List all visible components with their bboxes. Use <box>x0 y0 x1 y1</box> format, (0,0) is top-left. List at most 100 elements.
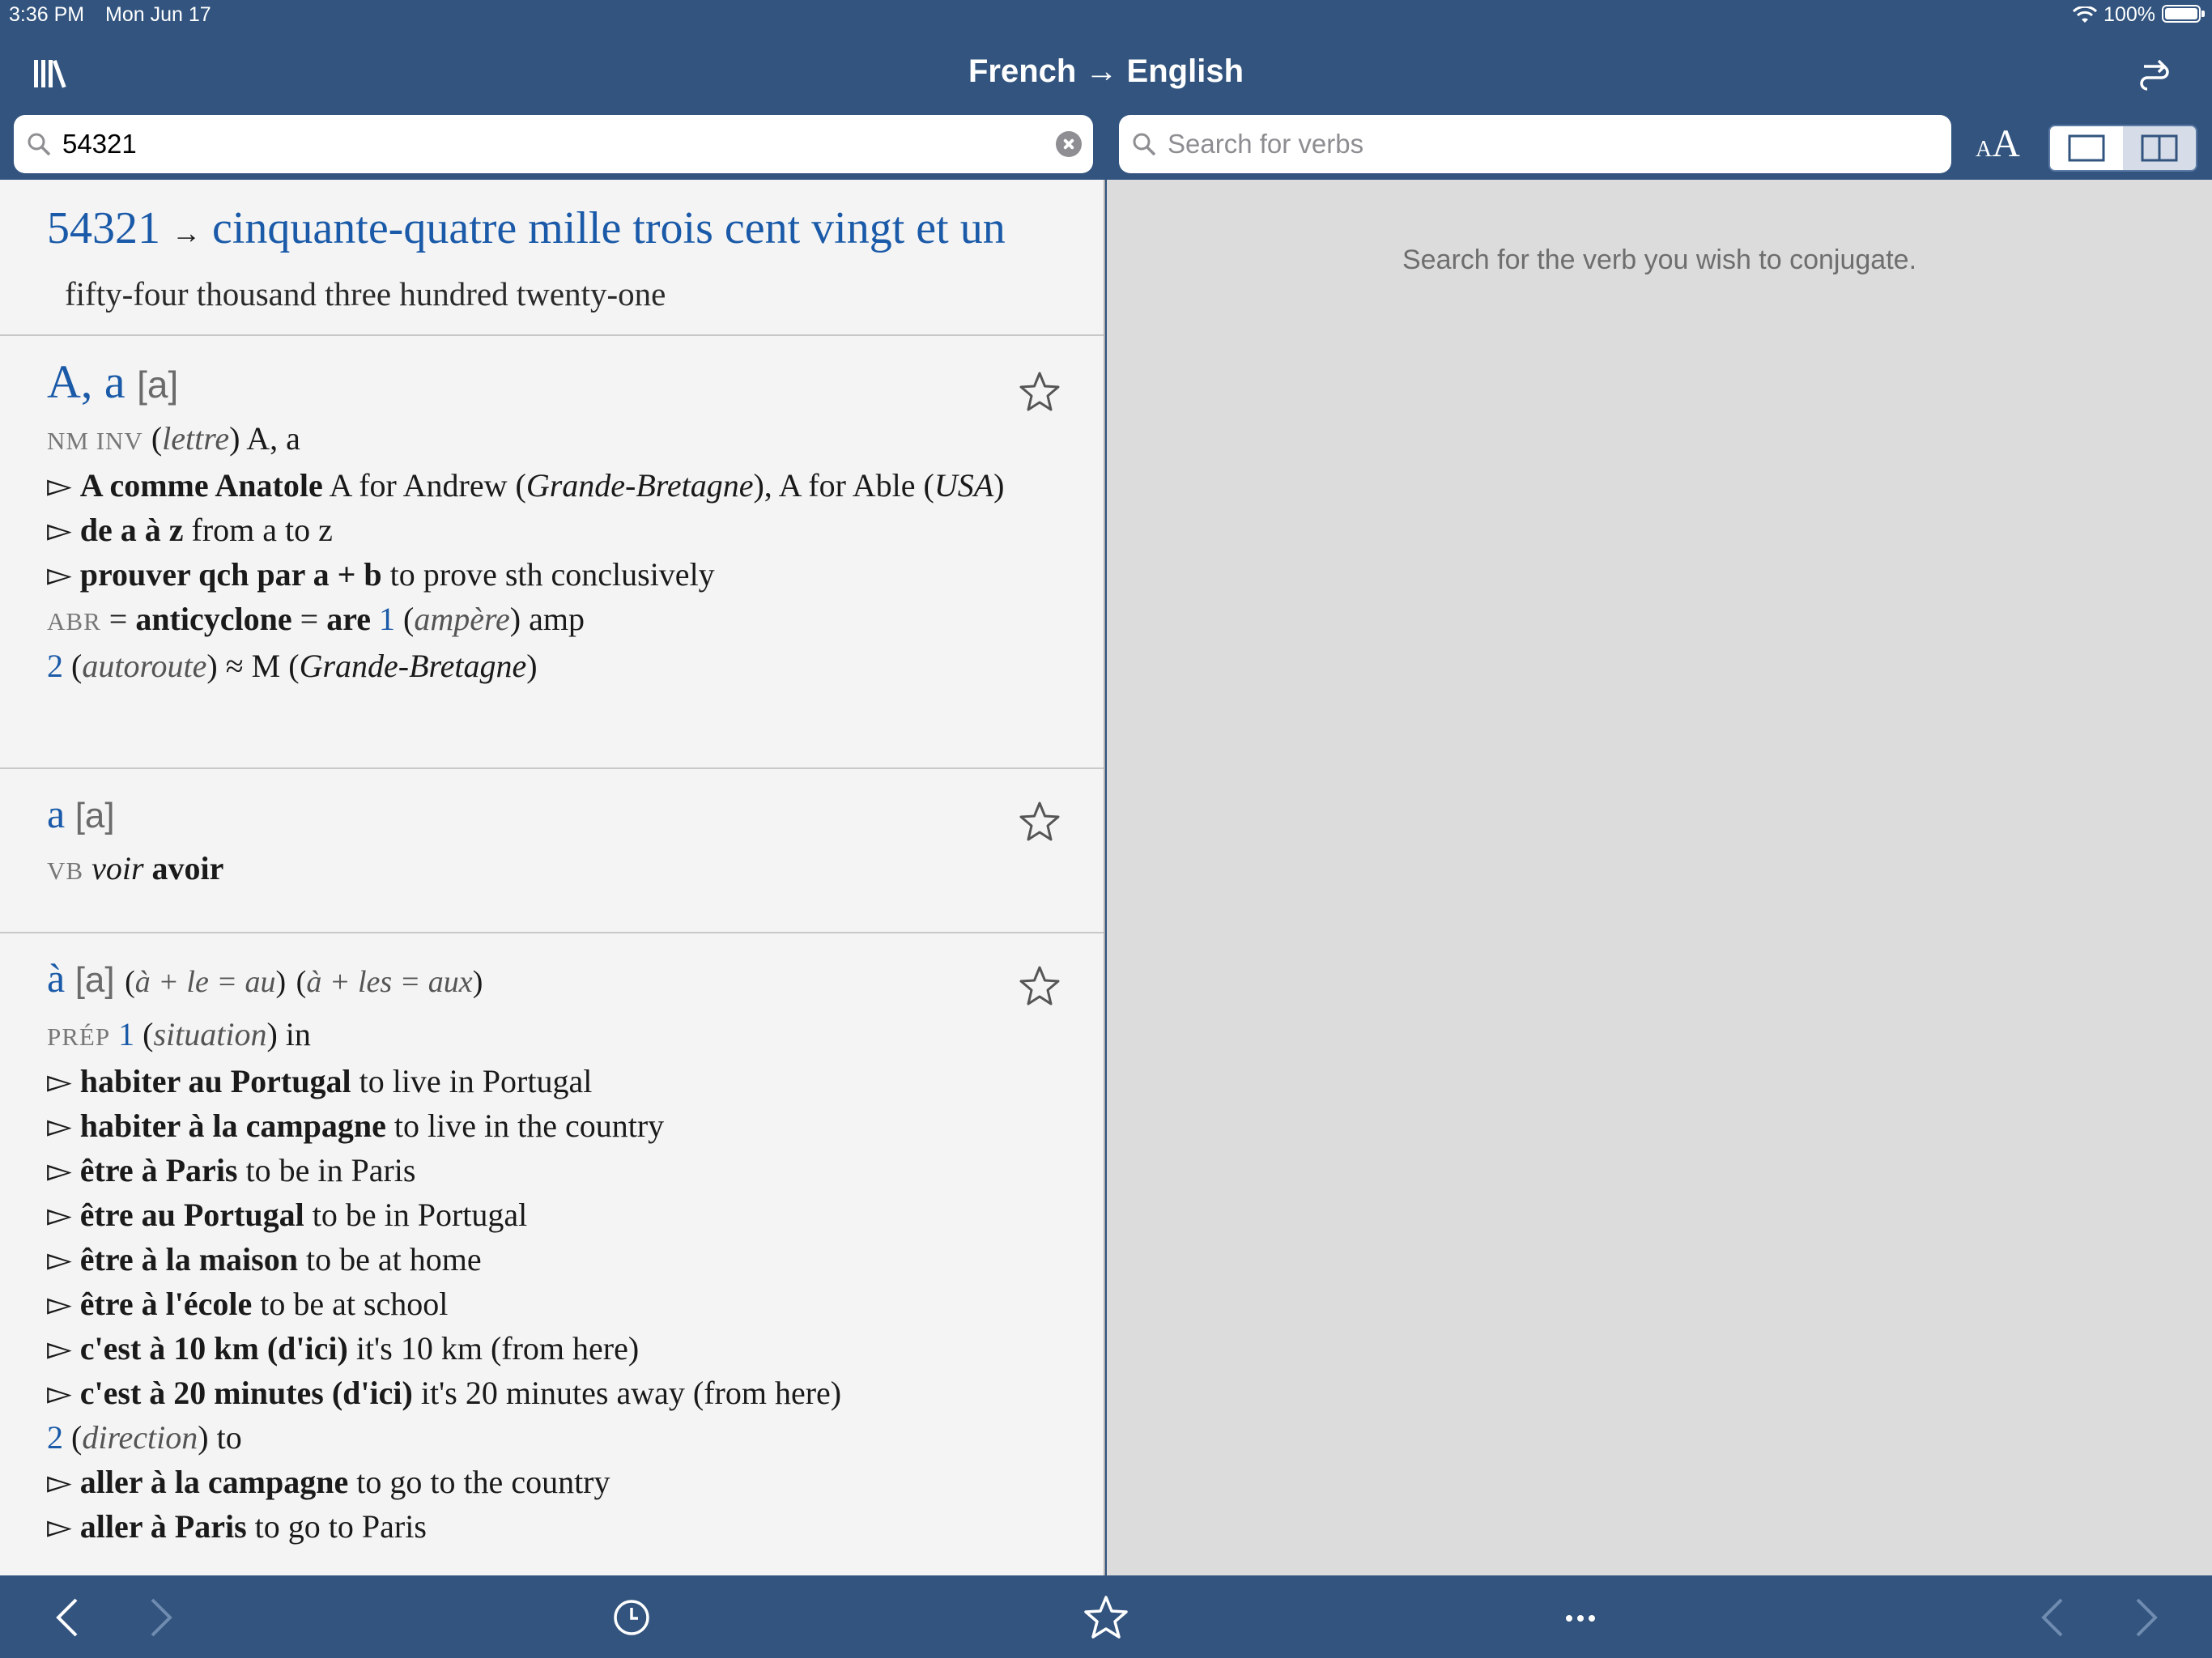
clock-icon[interactable] <box>607 1593 656 1642</box>
example-english: to be at school <box>260 1286 449 1322</box>
translation: amp <box>529 601 585 637</box>
example-french: prouver qch par a + b <box>79 556 382 593</box>
font-size-button[interactable]: AA <box>1976 121 2020 166</box>
example-english: A for Andrew <box>329 467 508 504</box>
ellipsis-icon[interactable] <box>1556 1593 1605 1642</box>
arrow-symbol: → <box>172 217 201 249</box>
example-english: it's 20 minutes away (from here) <box>420 1375 842 1411</box>
example-line: ▻ aller à la campagne to go to the count… <box>47 1460 1006 1504</box>
example-arrow-icon: ▻ <box>47 1241 72 1278</box>
example-english: it's 10 km (from here) <box>355 1330 640 1367</box>
conjugation-hint: Search for the verb you wish to conjugat… <box>1402 244 1917 275</box>
search-icon <box>28 133 51 156</box>
favorite-star-icon[interactable] <box>1018 800 1061 844</box>
example-line: ▻ prouver qch par a + b to prove sth con… <box>47 552 1006 597</box>
sense-line: 2 (direction) to <box>47 1419 242 1456</box>
example-english: to go to Paris <box>254 1508 427 1545</box>
star-icon[interactable] <box>1082 1593 1130 1642</box>
dictionary-results: 54321 → cinquante-quatre mille trois cen… <box>0 180 1105 1575</box>
entry-a-grave[interactable]: à [a] (à + le = au) (à + les = aux) PRÉP… <box>0 933 1104 1575</box>
split-pane-icon <box>2141 134 2178 162</box>
example-arrow-icon: ▻ <box>47 467 72 504</box>
number-headword: 54321 <box>47 203 160 253</box>
sense-number: 2 <box>47 1419 63 1456</box>
battery-icon <box>2162 5 2205 23</box>
page-forward-icon[interactable] <box>2120 1593 2168 1642</box>
swap-direction-icon[interactable] <box>2138 57 2172 91</box>
part-of-speech: ABR <box>47 607 101 636</box>
example-french: c'est à 10 km (d'ici) <box>79 1330 348 1367</box>
entry-number[interactable]: 54321 → cinquante-quatre mille trois cen… <box>0 180 1104 336</box>
favorite-star-icon[interactable] <box>1018 370 1061 414</box>
entry-headword: à <box>47 955 66 1001</box>
example-english: to go to the country <box>356 1464 610 1500</box>
example-french: être à Paris <box>79 1152 238 1188</box>
sense-line: VB voir avoir <box>47 846 1006 893</box>
verb-search-input[interactable] <box>1168 129 1951 159</box>
example-line: ▻ habiter au Portugal to live in Portuga… <box>47 1059 1006 1103</box>
example-french: c'est à 20 minutes (d'ici) <box>79 1375 413 1411</box>
contraction-note: à + le = au <box>134 965 276 999</box>
entry-a[interactable]: a [a] VB voir avoir <box>0 769 1104 933</box>
sense-line: PRÉP 1 (situation) in <box>47 1016 311 1052</box>
example-english: to prove sth conclusively <box>389 556 715 593</box>
part-of-speech: NM INV <box>47 427 143 455</box>
translation: A, a <box>246 420 300 457</box>
part-of-speech: VB <box>47 857 84 885</box>
number-french: cinquante-quatre mille trois cent vingt … <box>212 203 1006 253</box>
example-english: to be in Portugal <box>312 1197 528 1233</box>
page-back-icon[interactable] <box>2031 1593 2079 1642</box>
status-time: 3:36 PM <box>9 3 85 26</box>
example-arrow-icon: ▻ <box>47 1197 72 1233</box>
layout-toggle <box>2048 125 2197 172</box>
verb-search <box>1119 115 1951 173</box>
sense-line: 2 (autoroute) ≈ M (Grande-Bretagne) <box>47 648 538 684</box>
example-french: habiter au Portugal <box>79 1063 351 1099</box>
chevron-right-icon[interactable] <box>134 1593 183 1642</box>
example-french: A comme Anatole <box>79 467 323 504</box>
wifi-icon <box>2073 6 2098 23</box>
example-line: ▻ être au Portugal to be in Portugal <box>47 1192 1006 1237</box>
translation: to <box>216 1419 242 1456</box>
single-pane-button[interactable] <box>2050 126 2123 170</box>
example-arrow-icon: ▻ <box>47 1464 72 1500</box>
example-english: to live in Portugal <box>359 1063 593 1099</box>
font-size-small-label: A <box>1976 137 1993 162</box>
page-title: French → English <box>968 53 1244 89</box>
example-french: de a à z <box>79 512 184 548</box>
example-french: aller à Paris <box>79 1508 247 1545</box>
example-english: A for Able <box>778 467 916 504</box>
example-arrow-icon: ▻ <box>47 1375 72 1411</box>
status-right: 100% <box>2073 3 2155 27</box>
dictionary-search-input[interactable] <box>62 129 1056 159</box>
sense-number: 1 <box>118 1016 135 1052</box>
search-icon <box>1133 133 1156 156</box>
part-of-speech: PRÉP <box>47 1022 111 1051</box>
chevron-left-icon[interactable] <box>45 1593 94 1642</box>
abbreviation-word[interactable]: are <box>326 601 371 637</box>
example-french: habiter à la campagne <box>79 1107 386 1144</box>
translation: ≈ M <box>225 648 281 684</box>
entry-A[interactable]: A, a [a] NM INV (lettre) A, a ▻ A comme … <box>0 336 1104 769</box>
gloss: autoroute <box>82 648 207 684</box>
gloss: ampère <box>414 601 510 637</box>
clear-search-icon[interactable] <box>1056 131 1082 157</box>
entry-translation: fifty-four thousand three hundred twenty… <box>65 275 666 312</box>
abbreviation-word[interactable]: anticyclone <box>135 601 291 637</box>
example-arrow-icon: ▻ <box>47 1286 72 1322</box>
example-line: ▻ habiter à la campagne to live in the c… <box>47 1103 1006 1148</box>
see-label: voir <box>91 850 144 886</box>
example-french: être à l'école <box>79 1286 253 1322</box>
example-arrow-icon: ▻ <box>47 1508 72 1545</box>
example-french: aller à la campagne <box>79 1464 349 1500</box>
gloss: direction <box>82 1419 198 1456</box>
example-english: from a to z <box>191 512 333 548</box>
example-english: to live in the country <box>393 1107 665 1144</box>
cross-reference-link[interactable]: avoir <box>152 850 224 886</box>
example-arrow-icon: ▻ <box>47 556 72 593</box>
sense-number: 1 <box>378 601 395 637</box>
sense-line: ABR = anticyclone = are 1 (ampère) amp <box>47 601 585 637</box>
favorite-star-icon[interactable] <box>1018 964 1061 1008</box>
split-pane-button[interactable] <box>2123 126 2196 170</box>
gloss: situation <box>153 1016 267 1052</box>
